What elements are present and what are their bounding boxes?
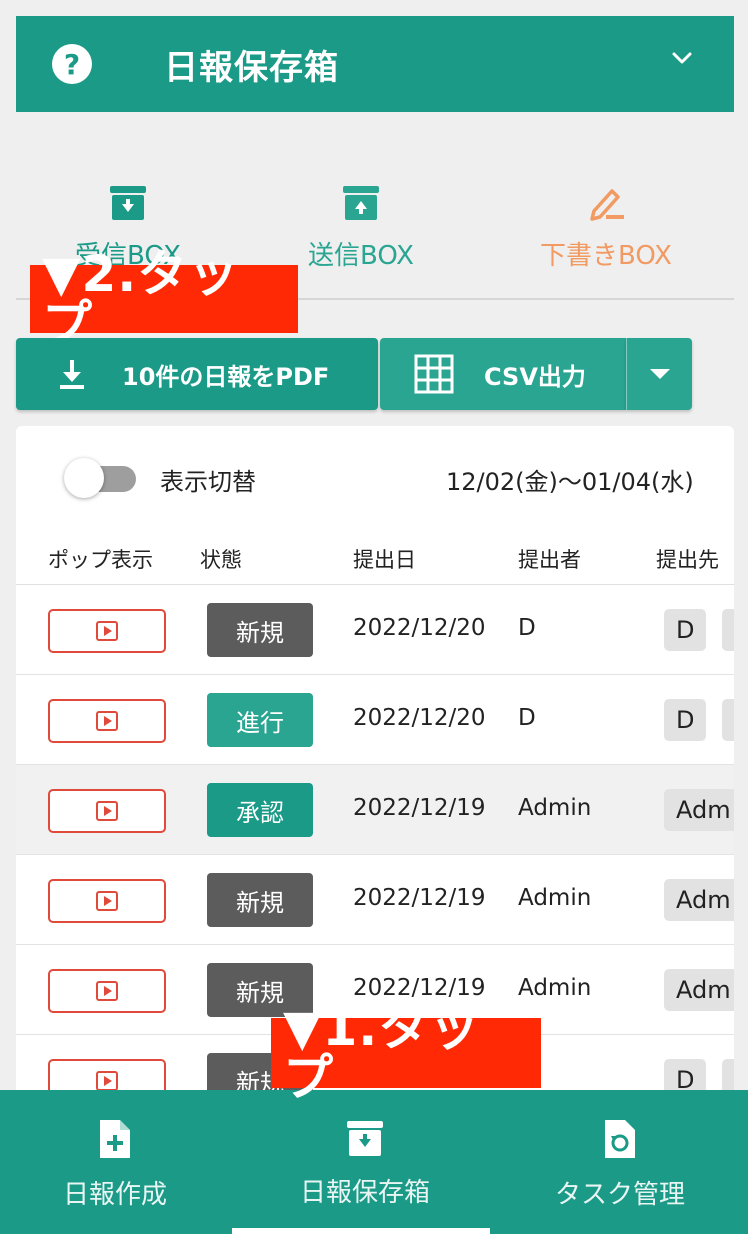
archive-box-icon (347, 1121, 383, 1156)
file-refresh-icon (605, 1120, 635, 1158)
action-bar: 10件の日報をPDF CSV出力 (16, 338, 692, 410)
submit-date: 2022/12/20 (353, 705, 486, 731)
csv-options-dropdown[interactable] (626, 338, 692, 410)
annotation-step-2: ▼2.タップ (30, 249, 298, 349)
submitter: D (518, 615, 536, 641)
submit-date: 2022/12/19 (353, 975, 486, 1001)
question-circle-icon[interactable]: ? (52, 44, 92, 84)
play-icon (96, 711, 118, 731)
popup-view-button[interactable] (48, 969, 166, 1013)
submit-date: 2022/12/20 (353, 615, 486, 641)
submitter: Admin (518, 795, 592, 821)
file-plus-icon (100, 1120, 130, 1158)
recipient-chip: D (664, 609, 706, 651)
play-icon (96, 1071, 118, 1091)
tab-drafts-label: 下書きBOX (540, 241, 672, 271)
nav-report-archive-label: 日報保存箱 (299, 1178, 430, 1208)
recipient-chip: D (664, 699, 706, 741)
table-grid-icon (414, 354, 454, 394)
recipient-chip: Adm (664, 969, 734, 1011)
nav-create-report[interactable]: 日報作成 (30, 1090, 200, 1234)
table-row[interactable]: 承認 2022/12/19 Admin Adm (16, 765, 734, 855)
chevron-down-icon[interactable] (670, 46, 694, 70)
nav-task-management[interactable]: タスク管理 (520, 1090, 720, 1234)
annotation-step-1: ▼1.タップ (271, 1003, 541, 1103)
play-icon (96, 801, 118, 821)
column-header-recipient: 提出先 (656, 548, 719, 572)
column-header-status: 状態 (200, 548, 242, 572)
recipient-chip: Adm (664, 789, 734, 831)
page-title: 日報保存箱 (164, 47, 339, 88)
popup-view-button[interactable] (48, 879, 166, 923)
status-badge: 新規 (207, 603, 313, 657)
status-badge: 新規 (207, 873, 313, 927)
display-toggle[interactable] (64, 458, 136, 498)
column-header-date: 提出日 (353, 548, 416, 572)
column-header-submitter: 提出者 (518, 548, 581, 572)
nav-task-management-label: タスク管理 (554, 1180, 685, 1210)
pdf-export-button[interactable]: 10件の日報をPDF (16, 338, 378, 410)
play-icon (96, 891, 118, 911)
table-row[interactable]: 新規 2022/12/19 Admin Adm (16, 855, 734, 945)
inbox-download-icon (110, 186, 146, 220)
play-icon (96, 981, 118, 1001)
date-range[interactable]: 12/02(金)〜01/04(水) (446, 462, 694, 497)
toggle-knob[interactable] (64, 458, 104, 498)
submitter: Admin (518, 975, 592, 1001)
status-badge: 承認 (207, 783, 313, 837)
column-header-popup: ポップ表示 (48, 548, 153, 572)
recipient-chip-extra (722, 699, 734, 741)
bottom-navigation: 日報作成 日報保存箱 タスク管理 (0, 1090, 748, 1234)
nav-active-indicator (232, 1228, 490, 1234)
csv-export-label: CSV出力 (484, 362, 586, 391)
nav-create-report-label: 日報作成 (62, 1180, 167, 1210)
play-icon (96, 621, 118, 641)
inbox-upload-icon (343, 186, 379, 220)
submit-date: 2022/12/19 (353, 885, 486, 911)
nav-report-archive[interactable]: 日報保存箱 (240, 1090, 490, 1234)
table-row[interactable]: 新規 2022/12/20 D D (16, 585, 734, 675)
csv-export-button[interactable]: CSV出力 (380, 338, 626, 410)
recipient-chip-extra (722, 609, 734, 651)
recipient-chip: Adm (664, 879, 734, 921)
display-toggle-label: 表示切替 (160, 468, 256, 496)
pencil-icon (590, 189, 624, 221)
submit-date: 2022/12/19 (353, 795, 486, 821)
submitter: D (518, 705, 536, 731)
popup-view-button[interactable] (48, 609, 166, 653)
table-row[interactable]: 進行 2022/12/20 D D (16, 675, 734, 765)
tab-outbox[interactable]: 送信BOX (261, 185, 461, 272)
pdf-export-label: 10件の日報をPDF (122, 362, 330, 391)
tab-drafts[interactable]: 下書きBOX (506, 185, 706, 272)
popup-view-button[interactable] (48, 789, 166, 833)
page-header[interactable]: ? 日報保存箱 (16, 16, 734, 112)
caret-down-icon (649, 369, 670, 379)
popup-view-button[interactable] (48, 699, 166, 743)
download-icon (60, 360, 84, 389)
status-badge: 進行 (207, 693, 313, 747)
submitter: Admin (518, 885, 592, 911)
